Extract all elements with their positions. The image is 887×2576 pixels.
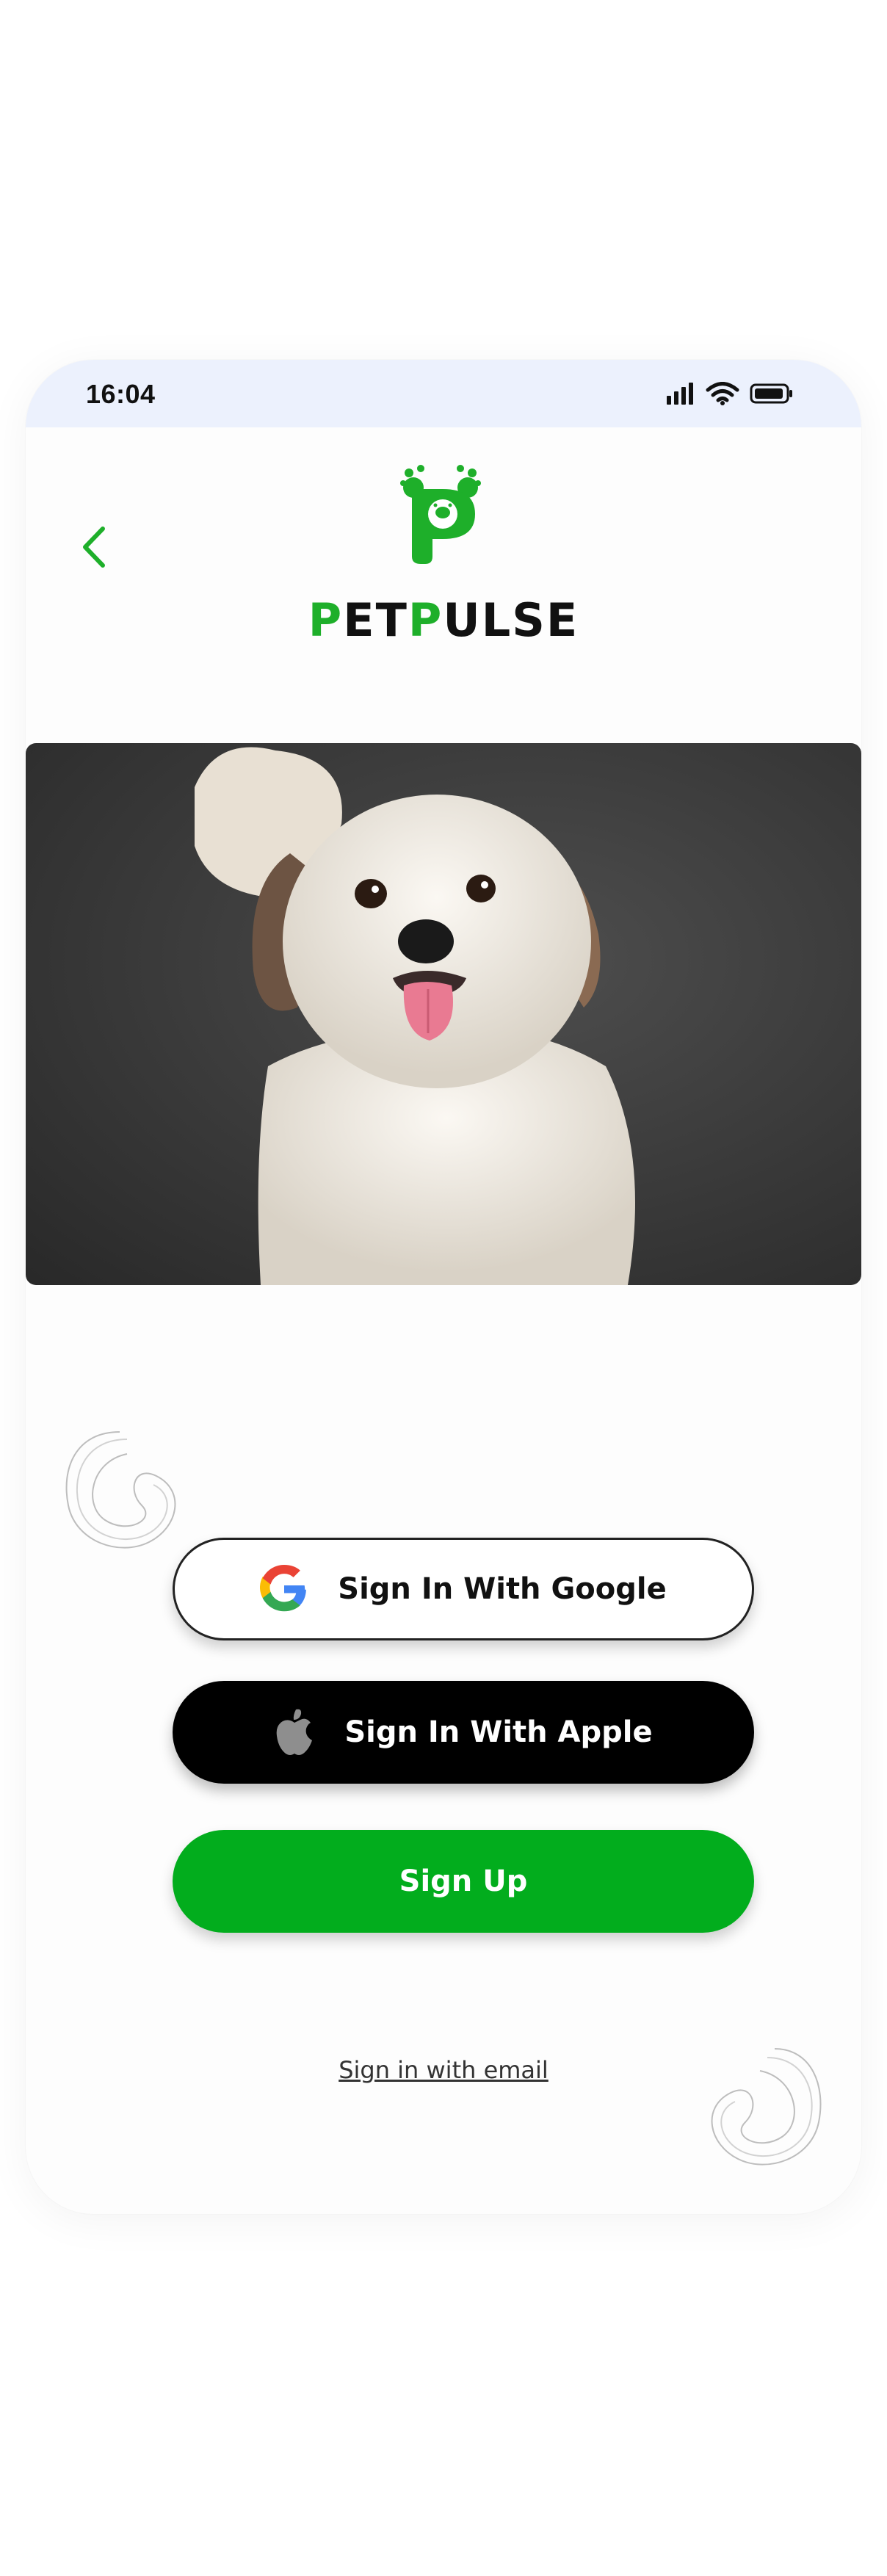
sign-up-label: Sign Up (399, 1864, 528, 1898)
sign-in-apple-label: Sign In With Apple (344, 1715, 653, 1749)
decorative-swirl-right-icon (711, 2048, 822, 2166)
back-button[interactable] (68, 521, 120, 573)
sign-up-button[interactable]: Sign Up (173, 1830, 754, 1933)
status-time: 16:04 (86, 379, 156, 409)
petpulse-logo-icon (400, 465, 481, 564)
status-bar: 16:04 (26, 360, 861, 427)
phone-screen: 16:04 PETPULSE Sign In With Google Sign … (26, 360, 861, 2214)
brand-part-4: ULSE (443, 593, 579, 647)
dog-photo (26, 743, 861, 1285)
sign-in-google-label: Sign In With Google (338, 1572, 667, 1606)
sign-in-google-button[interactable]: Sign In With Google (173, 1538, 754, 1640)
decorative-swirl-icon (65, 1431, 176, 1549)
brand-name: PETPULSE (26, 593, 861, 647)
status-icons (666, 382, 794, 405)
sign-in-email-label: Sign in with email (338, 2056, 549, 2084)
chevron-left-icon (83, 527, 105, 568)
google-icon (260, 1565, 307, 1612)
brand-part-3: P (408, 593, 444, 647)
apple-icon (277, 1709, 313, 1755)
wifi-icon (706, 382, 739, 405)
brand-part-2: ET (343, 593, 408, 647)
signal-icon (667, 383, 693, 405)
sign-in-apple-button[interactable]: Sign In With Apple (173, 1681, 754, 1784)
brand-part-1: P (308, 593, 344, 647)
battery-icon (750, 383, 792, 404)
